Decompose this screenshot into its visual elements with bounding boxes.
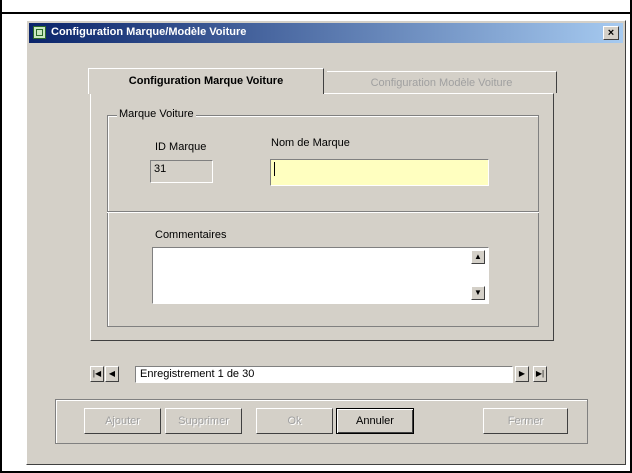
fermer-button[interactable]: Fermer (483, 408, 568, 434)
group-separator (107, 211, 539, 213)
nom-marque-label: Nom de Marque (271, 137, 350, 149)
window-title: Configuration Marque/Modèle Voiture (51, 26, 247, 38)
record-indicator: Enregistrement 1 de 30 (135, 366, 513, 383)
id-marque-field: 31 (150, 160, 213, 183)
prev-record-button[interactable]: ◀ (105, 366, 119, 382)
last-record-button[interactable]: ▶| (533, 366, 547, 382)
supprimer-button[interactable]: Supprimer (165, 408, 242, 434)
commentaires-textarea[interactable] (152, 247, 489, 304)
title-bar[interactable]: Configuration Marque/Modèle Voiture × (29, 23, 623, 43)
nom-marque-input[interactable] (270, 159, 489, 186)
ajouter-button[interactable]: Ajouter (84, 408, 161, 434)
tab-modele-voiture[interactable]: Configuration Modèle Voiture (327, 71, 557, 93)
ok-button[interactable]: Ok (256, 408, 333, 434)
annuler-button[interactable]: Annuler (336, 408, 414, 434)
id-marque-label: ID Marque (155, 141, 207, 153)
first-record-button[interactable]: |◀ (90, 366, 104, 382)
text-caret (274, 162, 275, 176)
groupbox-label: Marque Voiture (117, 108, 196, 120)
scroll-up-button[interactable]: ▲ (471, 250, 485, 264)
scroll-down-button[interactable]: ▼ (471, 286, 485, 300)
tab-marque-voiture[interactable]: Configuration Marque Voiture (88, 68, 324, 94)
close-button[interactable]: × (603, 26, 619, 40)
next-record-button[interactable]: ▶ (515, 366, 529, 382)
app-icon (33, 26, 46, 39)
commentaires-label: Commentaires (155, 229, 227, 241)
